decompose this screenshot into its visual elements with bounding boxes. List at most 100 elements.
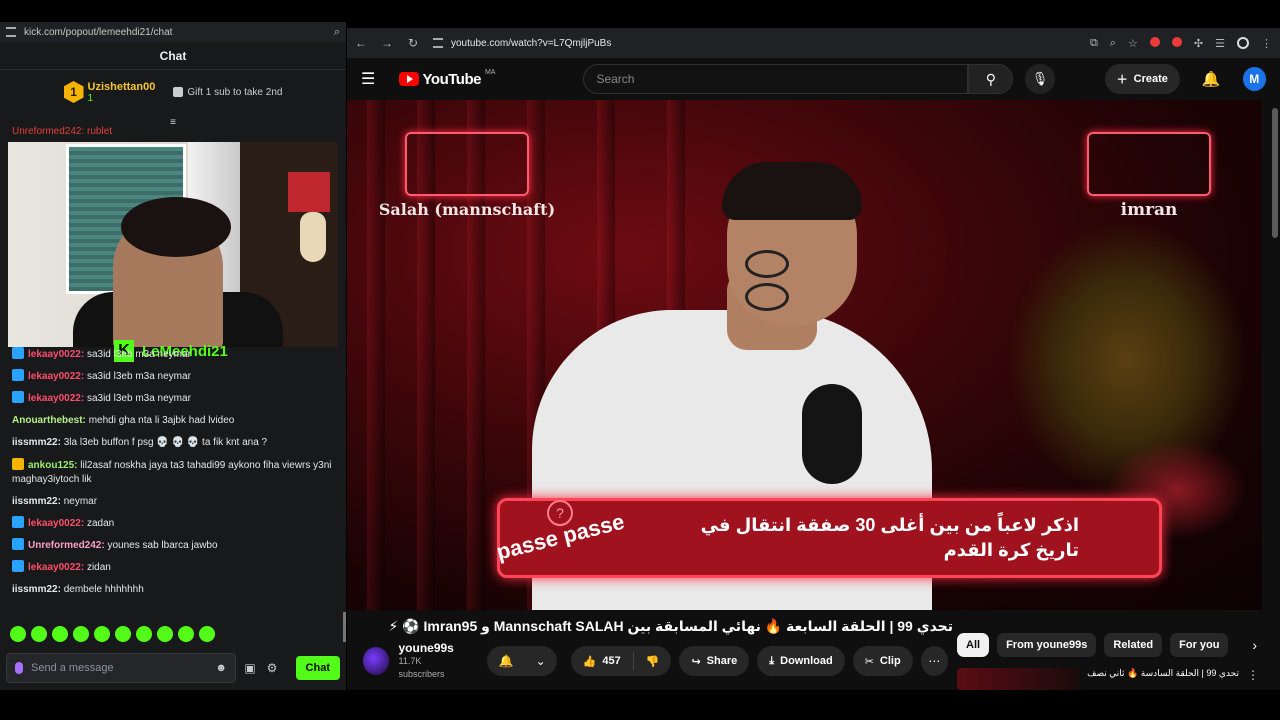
browser-menu-icon[interactable]: ⋮ [1261,37,1272,50]
emote-icon[interactable] [136,626,152,642]
chat-scrollbar[interactable] [343,612,346,642]
filter-chip-related[interactable]: Related [1104,633,1163,657]
install-icon[interactable]: ⧉ [1090,37,1098,50]
recommendation-filters: All From youne99s Related For you › [957,633,1257,657]
recommended-video[interactable]: تحدي 99 | الحلقة السادسة 🔥 ثاني نصف... ⋮ [957,668,1257,690]
question-text: اذكر لاعباً من بين أغلى 30 صفقة انتقال ف… [700,515,1079,560]
chat-username[interactable]: lekaay0022: [28,349,84,360]
subscriber-badge-icon [12,538,24,550]
create-button[interactable]: ＋ Create [1104,64,1180,94]
zoom-icon[interactable]: ⌕ [1110,37,1116,50]
search-button[interactable]: ⚲ [968,64,1014,94]
collapse-icon[interactable]: ≡ [167,117,179,128]
sub-leaderboard: 1 Uzishettan00 1 Gift 1 sub to take 2nd [0,70,346,114]
chat-username[interactable]: iissmm22: [12,584,61,595]
emote-icon[interactable] [178,626,194,642]
hamburger-menu-icon[interactable]: ☰ [361,69,381,89]
search-input[interactable]: Search [583,64,969,94]
video-player[interactable]: Salah (mannschaft) imran اذكر لاعباً من … [347,100,1262,610]
chat-text: neymar [63,496,98,507]
emote-icon[interactable] [94,626,110,642]
download-button[interactable]: ⤓ Download [757,646,845,676]
channel-avatar[interactable] [363,647,389,675]
emote-icon[interactable] [73,626,89,642]
reload-icon[interactable]: ↻ [407,36,419,50]
page-scrollbar[interactable] [1272,108,1278,238]
search-icon: ⚲ [985,70,997,87]
chat-text: zidan [86,562,111,573]
more-vert-icon[interactable]: ⋮ [1247,668,1257,682]
more-actions-button[interactable]: ⋯ [920,646,948,676]
emote-icon[interactable] [157,626,173,642]
zoom-icon[interactable]: ⌕ [334,26,340,39]
kick-url-text: kick.com/popout/lemeehdi21/chat [24,26,173,38]
chat-title: Chat [0,42,346,70]
kick-address-bar[interactable]: kick.com/popout/lemeehdi21/chat ⌕ [0,22,346,42]
send-chat-button[interactable]: Chat [295,656,340,680]
chat-username[interactable]: Anouarthebest: [12,415,86,426]
dislike-button[interactable]: 👎 [634,655,672,668]
chat-message: ankou125: lil2asaf noskha jaya ta3 tahad… [12,454,332,491]
filter-chip-for-you[interactable]: For you [1170,633,1229,657]
chat-message: Unreformed242: younes sab lbarca jawbo [12,535,332,557]
chat-username[interactable]: Unreformed242: [28,540,105,551]
emote-icon[interactable] [52,626,68,642]
extensions-puzzle-icon[interactable]: ✣ [1194,37,1203,50]
emote-icon[interactable] [10,626,26,642]
share-button[interactable]: ↪ Share [679,646,750,676]
filter-chip-channel[interactable]: From youne99s [997,633,1097,657]
voice-icon[interactable] [15,662,23,674]
channel-name: youne99s [398,640,454,655]
bookmark-star-icon[interactable]: ☆ [1128,37,1138,50]
profile-icon[interactable] [1237,36,1249,49]
guitar-decoration [300,212,326,262]
filter-chip-all[interactable]: All [957,633,990,657]
chat-message: lekaay0022: sa3id l3eb m3a neymar [12,344,332,366]
youtube-logo[interactable]: YouTube MA [398,69,495,88]
chat-message: iissmm22: dembele hhhhhhh [12,579,332,601]
chat-message-input[interactable]: Send a message ☻ [6,653,236,683]
download-label: Download [780,655,833,667]
site-info-icon[interactable] [433,38,443,48]
subscribed-button[interactable]: 🔔 ⌄ [487,646,557,676]
screen: kick.com/popout/lemeehdi21/chat ⌕ Chat 1… [0,0,1280,720]
gift-sub-prompt[interactable]: Gift 1 sub to take 2nd [173,87,282,98]
forward-icon[interactable]: → [381,36,393,50]
chat-message: iissmm22: neymar [12,491,332,513]
extension-icon[interactable] [1171,36,1182,47]
contestant-right-name: imran [1120,200,1178,220]
clip-label: Clip [879,655,901,667]
store-icon[interactable]: ▣ [242,661,258,675]
back-icon[interactable]: ← [355,36,367,50]
glasses [745,250,875,311]
leaderboard-entry[interactable]: 1 Uzishettan00 1 [63,81,155,104]
chat-username[interactable]: iissmm22: [12,437,61,448]
channel-info[interactable]: youne99s 11.7K subscribers [398,640,464,681]
chat-message: lekaay0022: sa3id l3eb m3a neymar [12,388,332,410]
chat-username[interactable]: lekaay0022: [28,518,84,529]
chat-username[interactable]: lekaay0022: [28,393,84,404]
chat-username[interactable]: iissmm22: [12,496,61,507]
reading-list-icon[interactable]: ☰ [1215,37,1225,50]
chat-text: mehdi gha nta li 3ajbk had lvideo [88,415,235,426]
recommended-thumbnail[interactable] [957,668,1079,690]
chat-messages: lekaay0022: sa3id l3eb m3a neymar lekaay0… [12,344,332,601]
emoji-picker-icon[interactable]: ☻ [215,662,227,674]
emote-icon[interactable] [199,626,215,642]
chat-username[interactable]: lekaay0022: [28,371,84,382]
chat-username[interactable]: ankou125: [28,460,77,471]
emote-icon[interactable] [31,626,47,642]
gear-icon[interactable]: ⚙ [264,661,280,675]
account-avatar[interactable]: M [1242,67,1266,91]
emote-icon[interactable] [115,626,131,642]
clip-button[interactable]: ✂ Clip [852,646,913,676]
extension-icon[interactable] [1149,36,1160,47]
site-settings-icon[interactable] [6,27,16,37]
voice-search-button[interactable]: 🎙 [1025,64,1055,94]
like-button[interactable]: 👍 457 [571,652,634,670]
chevron-right-icon[interactable]: › [1252,637,1257,653]
notifications-bell-icon[interactable]: 🔔 [1202,70,1221,88]
chat-username[interactable]: lekaay0022: [28,562,84,573]
address-bar[interactable]: youtube.com/watch?v=L7QmjljPuBs [433,32,1053,54]
chat-text: dembele hhhhhhh [63,584,144,595]
